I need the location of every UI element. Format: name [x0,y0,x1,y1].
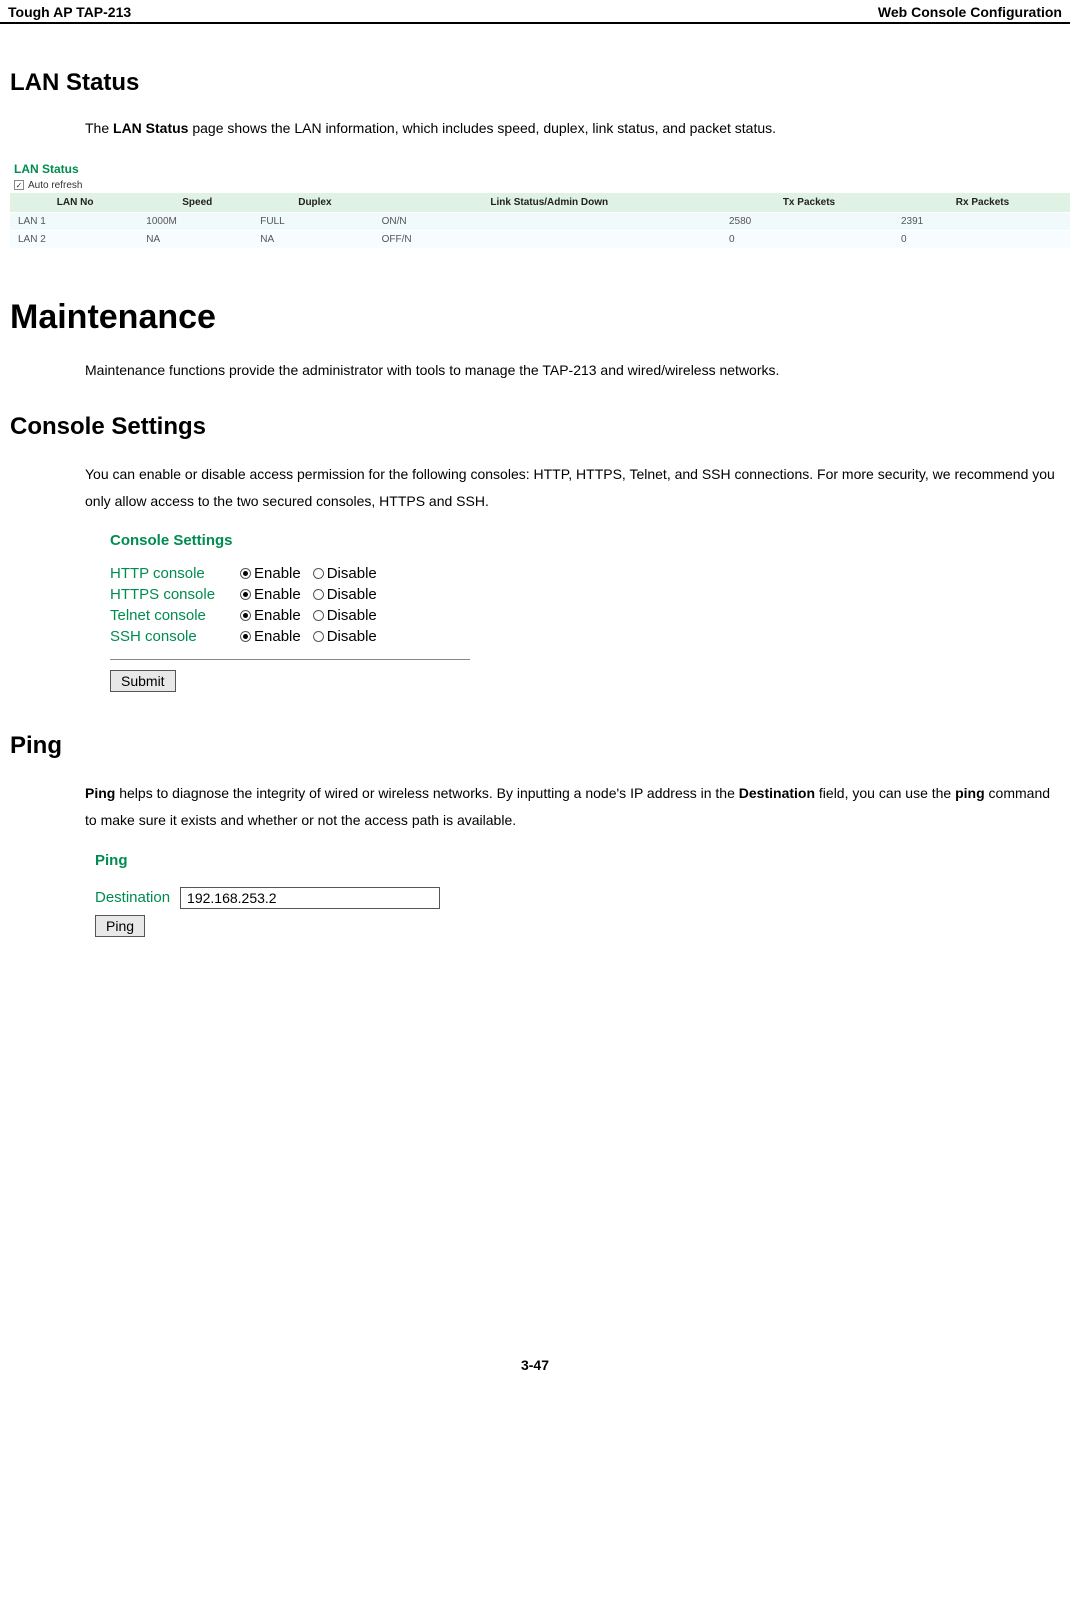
cell: 2391 [895,212,1070,230]
destination-input[interactable] [180,887,440,909]
maintenance-intro: Maintenance functions provide the admini… [85,357,1060,384]
cell: 1000M [140,212,254,230]
radio-disable-label: Disable [327,607,377,624]
cell: FULL [254,212,375,230]
cell: LAN 2 [10,230,140,248]
console-fig-title: Console Settings [110,532,490,549]
radio-disable-label: Disable [327,628,377,645]
divider [110,659,470,660]
text-bold: Ping [85,785,115,801]
col-duplex: Duplex [254,193,375,213]
maintenance-heading: Maintenance [10,298,1060,337]
radio-disable-label: Disable [327,586,377,603]
console-row-https: HTTPS console Enable Disable [110,586,490,603]
radio-enable[interactable] [240,610,251,621]
cell: 0 [723,230,895,248]
destination-label: Destination [95,889,170,906]
col-link: Link Status/Admin Down [376,193,723,213]
console-label: HTTP console [110,565,240,582]
table-row: LAN 2 NA NA OFF/N 0 0 [10,230,1070,248]
lan-status-fig-title: LAN Status [10,160,1070,178]
cell: NA [140,230,254,248]
radio-enable-label: Enable [254,628,301,645]
auto-refresh-row: ✓ Auto refresh [10,178,1070,193]
col-rx: Rx Packets [895,193,1070,213]
lan-status-figure: LAN Status ✓ Auto refresh LAN No Speed D… [10,160,1070,248]
cell: ON/N [376,212,723,230]
page-number: 3-47 [0,1357,1070,1393]
console-row-ssh: SSH console Enable Disable [110,628,490,645]
ping-button[interactable]: Ping [95,915,145,937]
console-label: SSH console [110,628,240,645]
console-settings-heading: Console Settings [10,413,1060,441]
ping-figure: Ping Destination Ping [95,852,1060,937]
ping-intro: Ping helps to diagnose the integrity of … [85,780,1060,833]
radio-disable[interactable] [313,610,324,621]
text: page shows the LAN information, which in… [188,120,776,136]
console-row-telnet: Telnet console Enable Disable [110,607,490,624]
col-speed: Speed [140,193,254,213]
header-left: Tough AP TAP-213 [8,4,131,20]
cell: 0 [895,230,1070,248]
cell: LAN 1 [10,212,140,230]
console-label: Telnet console [110,607,240,624]
text-bold: LAN Status [113,120,188,136]
auto-refresh-label: Auto refresh [28,180,82,191]
auto-refresh-checkbox[interactable]: ✓ [14,180,24,190]
lan-status-intro: The LAN Status page shows the LAN inform… [85,115,1060,142]
radio-enable[interactable] [240,568,251,579]
cell: NA [254,230,375,248]
radio-disable[interactable] [313,631,324,642]
table-row: LAN 1 1000M FULL ON/N 2580 2391 [10,212,1070,230]
radio-disable[interactable] [313,589,324,600]
console-row-http: HTTP console Enable Disable [110,565,490,582]
radio-enable[interactable] [240,631,251,642]
radio-enable-label: Enable [254,607,301,624]
col-lan-no: LAN No [10,193,140,213]
console-settings-intro: You can enable or disable access permiss… [85,461,1060,514]
radio-disable-label: Disable [327,565,377,582]
text: helps to diagnose the integrity of wired… [115,785,738,801]
col-tx: Tx Packets [723,193,895,213]
text-bold: Destination [739,785,815,801]
console-label: HTTPS console [110,586,240,603]
text: The [85,120,113,136]
cell: OFF/N [376,230,723,248]
radio-disable[interactable] [313,568,324,579]
cell: 2580 [723,212,895,230]
console-settings-figure: Console Settings HTTP console Enable Dis… [110,532,490,692]
lan-status-heading: LAN Status [10,69,1060,97]
radio-enable[interactable] [240,589,251,600]
ping-fig-title: Ping [95,852,1060,869]
text: field, you can use the [815,785,955,801]
radio-enable-label: Enable [254,586,301,603]
ping-heading: Ping [10,732,1060,760]
lan-status-table: LAN No Speed Duplex Link Status/Admin Do… [10,193,1070,248]
text-bold: ping [955,785,985,801]
header-right: Web Console Configuration [878,4,1062,20]
radio-enable-label: Enable [254,565,301,582]
submit-button[interactable]: Submit [110,670,176,692]
